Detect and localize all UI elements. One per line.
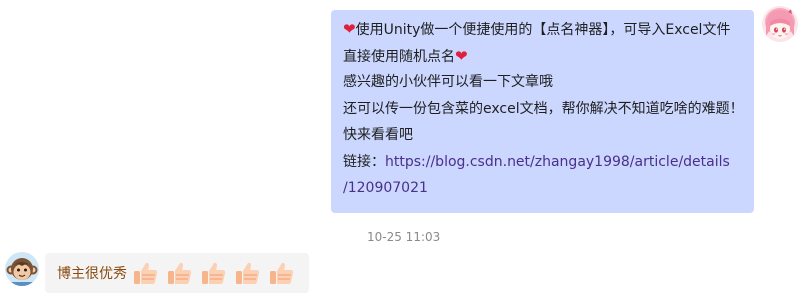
outgoing-message-bubble: ❤使用Unity做一个便捷使用的【点名神器】，可导入Excel文件 直接使用随机… bbox=[331, 10, 754, 213]
message-line-3: 感兴趣的小伙伴可以看一下文章哦 bbox=[343, 74, 553, 90]
message-line-4: 还可以传一份包含菜的excel文档，帮你解决不知道吃啥的难题！ bbox=[343, 100, 744, 117]
message-timestamp: 10-25 11:03 bbox=[367, 230, 441, 244]
message-link-line: 链接：https://blog.csdn.net/zhangay1998/art… bbox=[343, 149, 746, 176]
article-link[interactable]: https://blog.csdn.net/zhangay1998/articl… bbox=[385, 154, 730, 170]
message-line-5: 快来看看吧 bbox=[343, 127, 413, 143]
anime-girl-avatar-icon bbox=[762, 6, 798, 42]
thumbs-up-icon bbox=[236, 262, 260, 284]
thumbs-up-icon bbox=[270, 262, 294, 284]
monkey-avatar-icon bbox=[5, 252, 39, 286]
other-user-avatar[interactable] bbox=[5, 252, 39, 286]
message-link-line-2: /120907021 bbox=[343, 175, 746, 202]
heart-icon: ❤ bbox=[343, 20, 356, 38]
thumbs-up-icon bbox=[168, 262, 192, 284]
article-link-continued[interactable]: /120907021 bbox=[343, 180, 428, 196]
heart-icon: ❤ bbox=[455, 46, 468, 65]
message-line-1-text: 使用Unity做一个便捷使用的【点名神器】，可导入Excel文件 bbox=[355, 22, 731, 38]
message-line-2-text: 直接使用随机点名 bbox=[343, 48, 455, 65]
my-avatar[interactable] bbox=[762, 6, 798, 42]
incoming-message-text: 博主很优秀 bbox=[57, 266, 127, 282]
link-label: 链接： bbox=[343, 153, 385, 170]
message-line-1: ❤使用Unity做一个便捷使用的【点名神器】，可导入Excel文件 bbox=[343, 16, 746, 43]
thumbs-up-icon bbox=[202, 262, 226, 284]
message-line-2: 直接使用随机点名❤ bbox=[343, 43, 746, 70]
incoming-message-bubble: 博主很优秀 bbox=[45, 253, 309, 293]
thumbs-up-icon bbox=[134, 262, 158, 284]
